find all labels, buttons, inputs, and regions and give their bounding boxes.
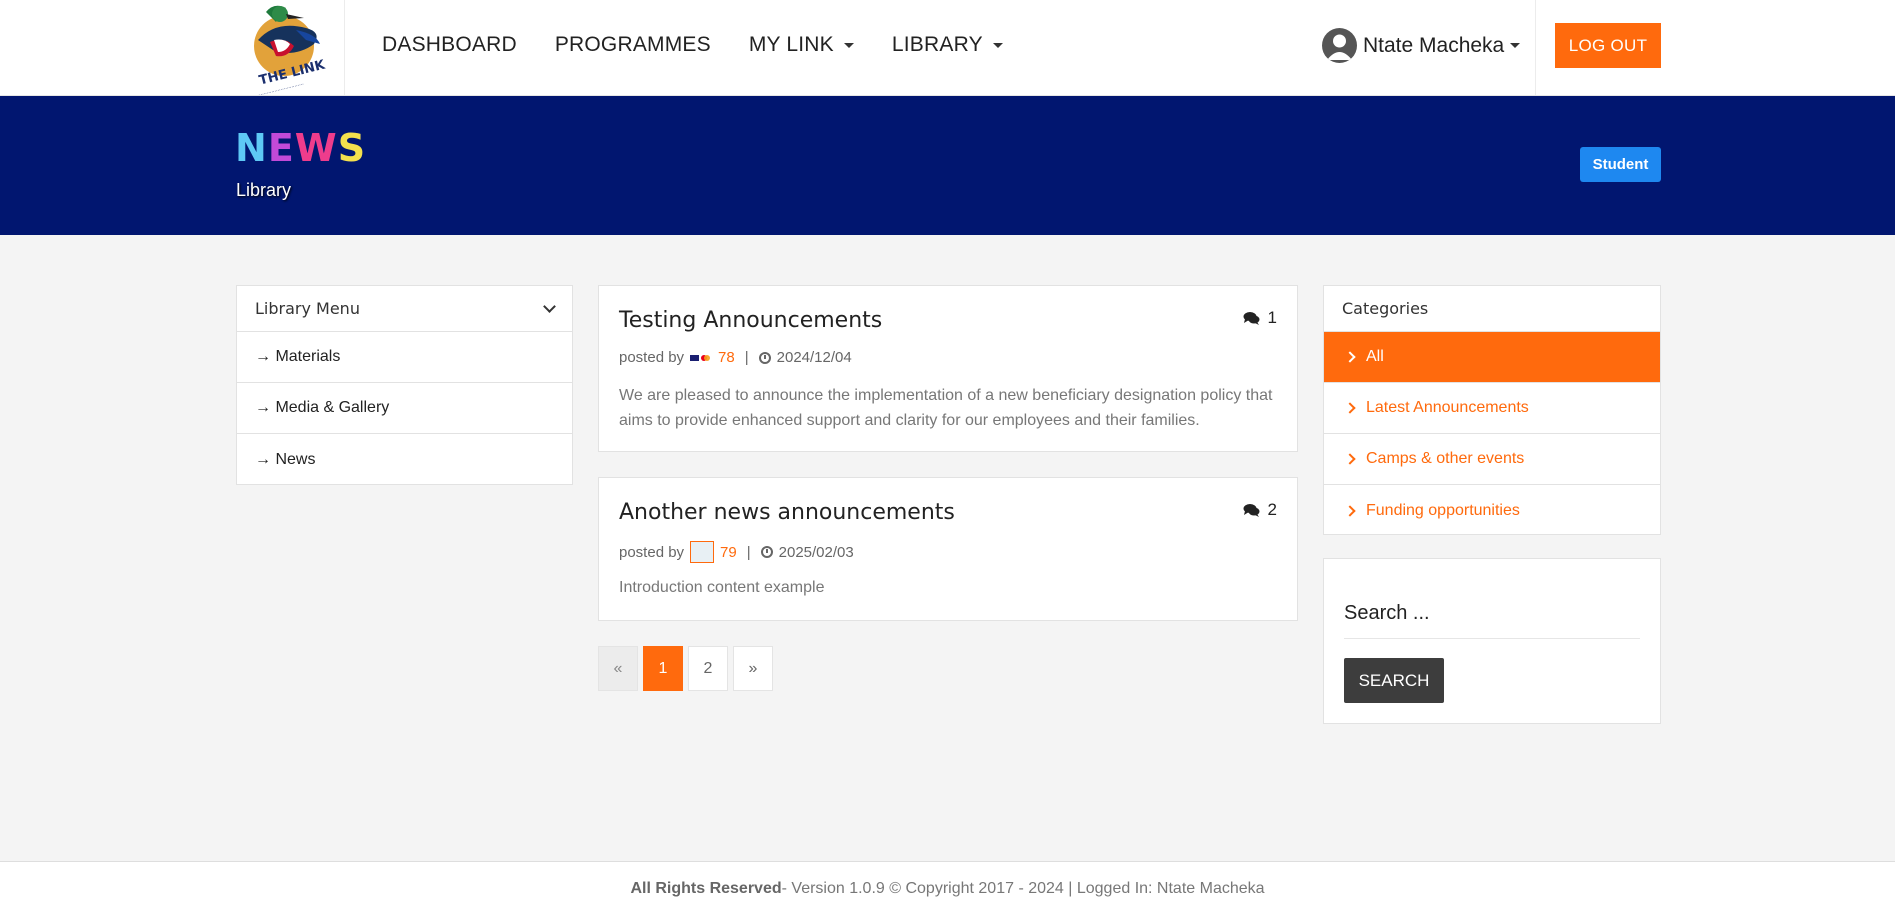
chevron-right-icon: [1344, 402, 1356, 414]
logout-button[interactable]: LOG OUT: [1555, 23, 1661, 68]
user-name: Ntate Macheka: [1363, 33, 1505, 57]
category-camps-events[interactable]: Camps & other events: [1324, 434, 1660, 485]
comment-count[interactable]: 2: [1243, 500, 1277, 520]
caret-down-icon: [992, 42, 1003, 48]
posted-by-label: posted by: [619, 349, 685, 366]
post-date: 2025/02/03: [778, 543, 854, 561]
chevron-right-icon: [1344, 351, 1356, 363]
role-badge-button[interactable]: Student: [1580, 147, 1661, 182]
title-letter: W: [294, 126, 338, 170]
card-logos-icon: [690, 354, 711, 361]
clock-icon: [760, 546, 773, 558]
post-meta: posted by 79 | 2025/02/03: [619, 541, 854, 563]
page-footer: All Rights Reserved - Version 1.0.9 © Co…: [0, 861, 1895, 916]
post-excerpt: Introduction content example: [619, 579, 825, 596]
post-title[interactable]: Another news announcements: [619, 500, 955, 525]
post-author[interactable]: 79: [720, 544, 737, 561]
post-author[interactable]: 78: [718, 349, 735, 366]
post-meta: posted by 78 | 2024/12/04: [619, 349, 852, 366]
nav-divider: [1535, 0, 1536, 95]
nav-my-link-dropdown[interactable]: MY LINK: [749, 33, 854, 57]
comments-icon: [1243, 312, 1260, 325]
broken-image-icon: [690, 541, 715, 563]
library-item-materials[interactable]: → Materials: [237, 332, 572, 383]
library-item-media-gallery[interactable]: → Media & Gallery: [237, 383, 572, 434]
footer-version: - Version 1.0.9 © Copyright 2017 - 2024 …: [781, 880, 1265, 897]
chevron-right-icon: [1344, 453, 1356, 465]
title-letter: E: [267, 126, 295, 170]
nav-library-label: LIBRARY: [891, 33, 983, 56]
nav-library-dropdown[interactable]: LIBRARY: [892, 33, 1003, 57]
search-panel: SEARCH: [1323, 558, 1661, 724]
category-label: Latest Announcements: [1366, 399, 1529, 416]
pagination-next[interactable]: »: [733, 646, 773, 691]
category-all[interactable]: All: [1324, 332, 1660, 383]
caret-down-icon: [843, 42, 854, 48]
title-letter: N: [235, 126, 268, 170]
search-button[interactable]: SEARCH: [1344, 658, 1444, 703]
pagination: « 1 2 »: [598, 646, 773, 691]
page-subtitle: Library: [236, 180, 292, 200]
page-title: NEWS: [235, 129, 366, 167]
pagination-prev[interactable]: «: [598, 646, 638, 691]
top-navbar: THE LINK ·······························…: [0, 0, 1895, 100]
categories-panel: Categories All Latest Announcements Camp…: [1323, 285, 1661, 535]
library-menu-title: Library Menu: [255, 299, 360, 318]
nav-programmes-label: PROGRAMMES: [554, 33, 711, 56]
search-input[interactable]: [1344, 589, 1640, 639]
news-post: Another news announcements 2 posted by 7…: [598, 477, 1298, 621]
title-letter: S: [337, 126, 367, 170]
clock-icon: [758, 351, 771, 364]
categories-title: Categories: [1324, 286, 1660, 332]
chevron-down-icon: [543, 299, 556, 313]
comment-count-value: 1: [1267, 308, 1277, 327]
library-item-news[interactable]: → News: [237, 434, 572, 485]
category-label: Camps & other events: [1366, 450, 1525, 467]
library-menu-panel: Library Menu → Materials → Media & Galle…: [236, 285, 573, 485]
caret-down-icon: [1510, 43, 1521, 48]
library-menu-header[interactable]: Library Menu: [237, 286, 572, 332]
posted-by-label: posted by: [619, 543, 685, 561]
news-post: Testing Announcements 1 posted by 78 | 2…: [598, 285, 1298, 452]
post-title[interactable]: Testing Announcements: [619, 308, 882, 333]
footer-rights: All Rights Reserved: [630, 880, 782, 897]
comments-icon: [1243, 504, 1260, 517]
pagination-page[interactable]: 1: [643, 646, 683, 691]
nav-dashboard[interactable]: DASHBOARD: [382, 33, 517, 57]
comment-count[interactable]: 1: [1243, 308, 1277, 328]
pagination-page[interactable]: 2: [688, 646, 728, 691]
user-menu[interactable]: Ntate Macheka: [1322, 28, 1521, 63]
comment-count-value: 2: [1267, 500, 1277, 519]
category-funding-opportunities[interactable]: Funding opportunities: [1324, 485, 1660, 536]
meta-separator: |: [744, 349, 749, 366]
category-label: All: [1366, 348, 1384, 365]
category-latest-announcements[interactable]: Latest Announcements: [1324, 383, 1660, 434]
user-avatar-icon: [1322, 28, 1357, 63]
main-nav: DASHBOARD PROGRAMMES MY LINK LIBRARY: [382, 0, 1003, 90]
the-link-logo[interactable]: THE LINK ·······························: [236, 0, 345, 100]
chevron-right-icon: [1344, 504, 1356, 517]
post-excerpt: We are pleased to announce the implement…: [619, 387, 1273, 429]
post-date: 2024/12/04: [776, 349, 852, 366]
nav-my-link-label: MY LINK: [748, 33, 834, 56]
nav-programmes[interactable]: PROGRAMMES: [555, 33, 711, 57]
nav-dashboard-label: DASHBOARD: [382, 33, 517, 56]
meta-separator: |: [746, 543, 751, 561]
category-label: Funding opportunities: [1366, 501, 1520, 519]
